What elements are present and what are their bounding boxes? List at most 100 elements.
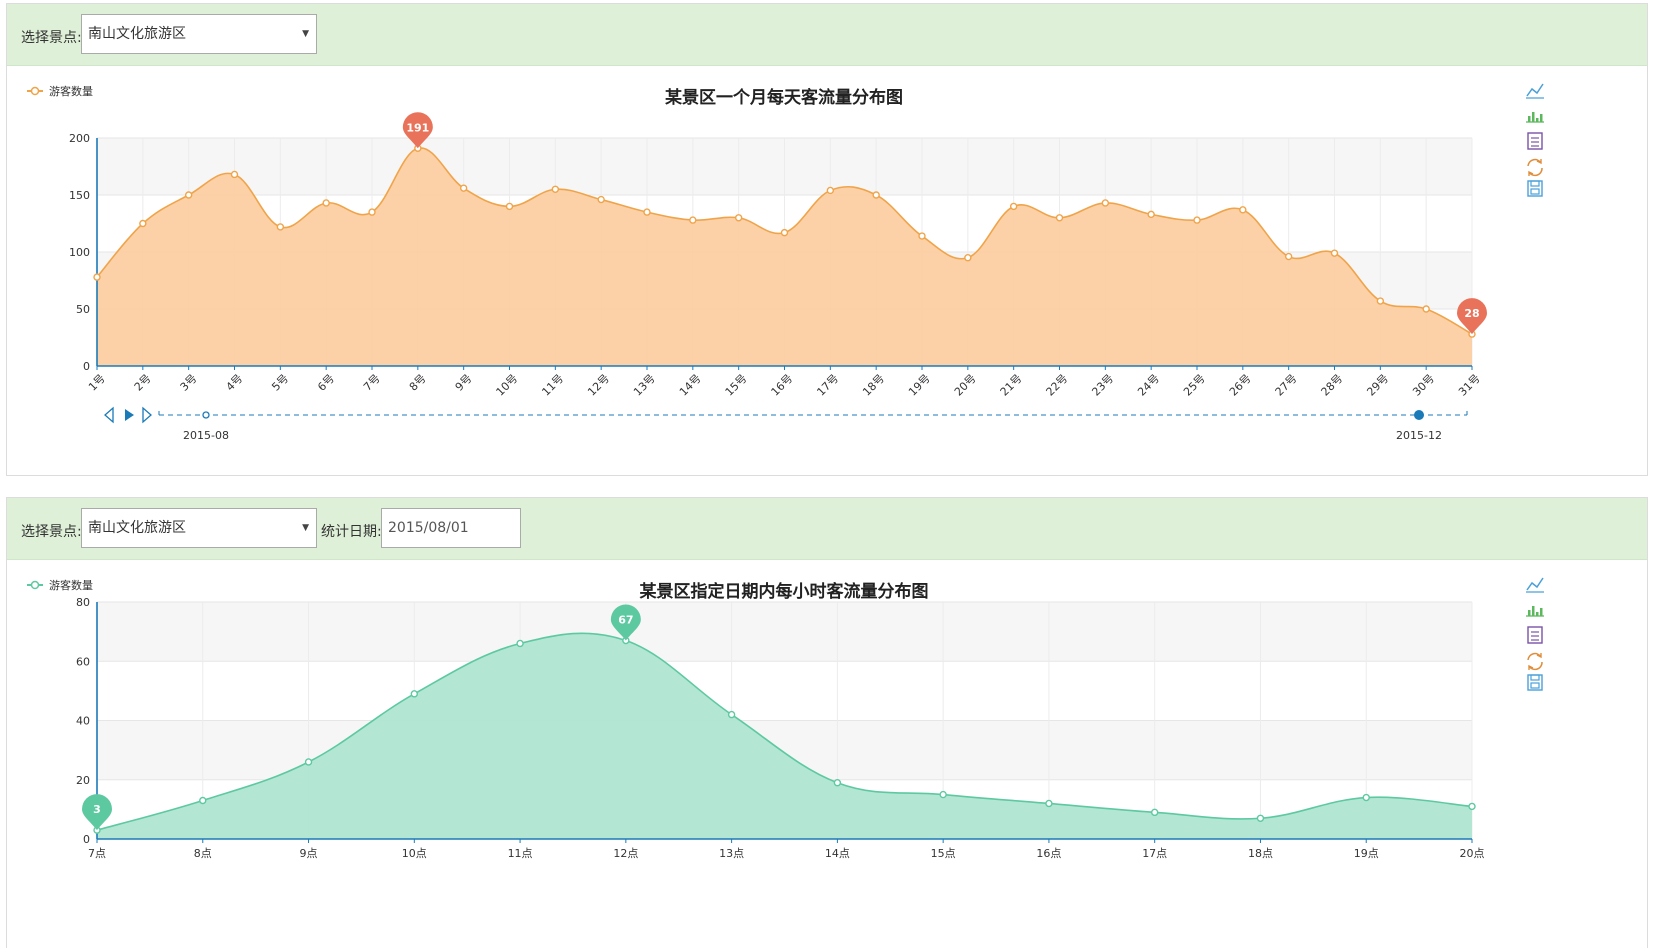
data-point[interactable]	[368, 208, 376, 216]
data-point[interactable]	[1330, 249, 1339, 257]
date-input[interactable]: 2015/08/01	[381, 508, 521, 548]
data-view-icon[interactable]	[1527, 626, 1543, 644]
data-point[interactable]	[826, 186, 835, 195]
filter-bar: 选择景点: 南山文化旅游区 ▼	[7, 4, 1647, 66]
data-point[interactable]	[964, 253, 972, 262]
bar-glyph	[1532, 112, 1535, 122]
legend-label: 游客数量	[49, 84, 93, 98]
legend-item[interactable]: 游客数量	[27, 578, 93, 592]
disk-shutter	[1530, 180, 1540, 187]
y-tick-label: 0	[83, 833, 90, 846]
disk-label	[1530, 682, 1540, 689]
disk-shutter	[1530, 674, 1540, 681]
data-point[interactable]	[1045, 799, 1053, 808]
data-point[interactable]	[1362, 793, 1370, 802]
data-point[interactable]	[199, 796, 207, 805]
data-point[interactable]	[516, 639, 524, 648]
data-point[interactable]	[872, 191, 880, 199]
scenic-label: 选择景点:	[21, 524, 82, 540]
bar-chart-icon[interactable]	[1526, 606, 1544, 617]
data-point[interactable]	[833, 779, 842, 787]
marker-label: 28	[1464, 307, 1479, 320]
data-point[interactable]	[551, 185, 560, 194]
x-tick-label: 9号	[453, 372, 475, 394]
data-point[interactable]	[1101, 199, 1110, 207]
x-tick-label: 21号	[998, 372, 1025, 399]
x-tick-label: 31号	[1456, 372, 1483, 399]
data-point[interactable]	[1422, 305, 1430, 313]
y-tick-label: 20	[76, 774, 90, 787]
data-view-icon[interactable]	[1527, 132, 1543, 150]
data-point[interactable]	[734, 214, 743, 222]
data-point[interactable]	[1284, 252, 1293, 261]
data-point[interactable]	[1009, 202, 1018, 211]
line-chart-icon[interactable]	[1526, 83, 1544, 99]
y-tick-label: 100	[69, 246, 90, 259]
data-point[interactable]	[93, 273, 101, 281]
timeline-current-node[interactable]	[1414, 410, 1424, 420]
data-point[interactable]	[322, 199, 330, 207]
disk-label	[1530, 188, 1540, 195]
data-point[interactable]	[276, 223, 285, 231]
x-tick-label: 14号	[677, 372, 704, 399]
bar-glyph	[1532, 606, 1535, 616]
scenic-select[interactable]: 南山文化旅游区 ▼	[81, 508, 317, 548]
data-point[interactable]	[1055, 214, 1064, 222]
restore-arc	[1528, 167, 1543, 177]
y-tick-label: 80	[76, 596, 90, 609]
bar-glyph	[1528, 116, 1531, 122]
x-tick-label: 15点	[931, 847, 956, 860]
next-icon[interactable]	[142, 406, 152, 424]
x-tick-label: 9点	[300, 847, 318, 860]
x-tick-label: 14点	[825, 847, 850, 860]
data-point[interactable]	[184, 191, 193, 199]
data-point[interactable]	[304, 758, 313, 766]
data-point[interactable]	[1239, 206, 1247, 214]
scenic-select-value: 南山文化旅游区	[88, 520, 186, 536]
hourly-flow-panel: 选择景点: 南山文化旅游区 ▼ 统计日期: 2015/08/01 某景区指定日期…	[6, 497, 1648, 948]
marker-label: 3	[93, 803, 101, 816]
data-point[interactable]	[139, 219, 147, 228]
bar-glyph	[1540, 608, 1543, 616]
data-point[interactable]	[1468, 802, 1476, 811]
scenic-select[interactable]: 南山文化旅游区 ▼	[81, 14, 317, 54]
restore-icon[interactable]	[1527, 652, 1543, 671]
data-point[interactable]	[939, 790, 947, 799]
grid-band	[97, 602, 1472, 662]
timeline-node[interactable]	[202, 411, 210, 419]
save-image-icon[interactable]	[1527, 180, 1543, 197]
y-tick-label: 60	[76, 655, 90, 668]
x-tick-label: 24号	[1135, 372, 1162, 399]
x-tick-label: 7号	[361, 372, 383, 394]
line-stroke	[1526, 577, 1544, 591]
bar-chart-icon[interactable]	[1526, 112, 1544, 123]
data-point[interactable]	[410, 690, 419, 698]
legend-item[interactable]: 游客数量	[27, 84, 93, 98]
data-point[interactable]	[1256, 814, 1265, 822]
data-point[interactable]	[1193, 216, 1201, 224]
data-point[interactable]	[643, 208, 651, 216]
data-point[interactable]	[597, 195, 605, 204]
play-icon[interactable]	[125, 409, 134, 421]
data-point[interactable]	[505, 202, 514, 211]
y-tick-label: 50	[76, 303, 90, 316]
filter-bar: 选择景点: 南山文化旅游区 ▼ 统计日期: 2015/08/01	[7, 498, 1647, 560]
data-point[interactable]	[1376, 297, 1385, 305]
data-point[interactable]	[459, 184, 468, 192]
x-tick-label: 8号	[407, 372, 429, 394]
data-point[interactable]	[780, 228, 789, 237]
x-tick-label: 15号	[723, 372, 750, 399]
prev-icon[interactable]	[104, 406, 114, 424]
line-stroke	[1526, 83, 1544, 97]
data-point[interactable]	[230, 170, 239, 179]
x-tick-label: 10点	[402, 847, 427, 860]
data-point[interactable]	[918, 232, 926, 240]
data-point[interactable]	[689, 216, 697, 224]
restore-icon[interactable]	[1527, 158, 1543, 177]
data-point[interactable]	[727, 710, 736, 719]
data-point[interactable]	[1147, 210, 1155, 219]
data-point[interactable]	[1150, 808, 1159, 817]
marker-label: 67	[618, 614, 633, 627]
line-chart-icon[interactable]	[1526, 577, 1544, 593]
save-image-icon[interactable]	[1527, 674, 1543, 691]
